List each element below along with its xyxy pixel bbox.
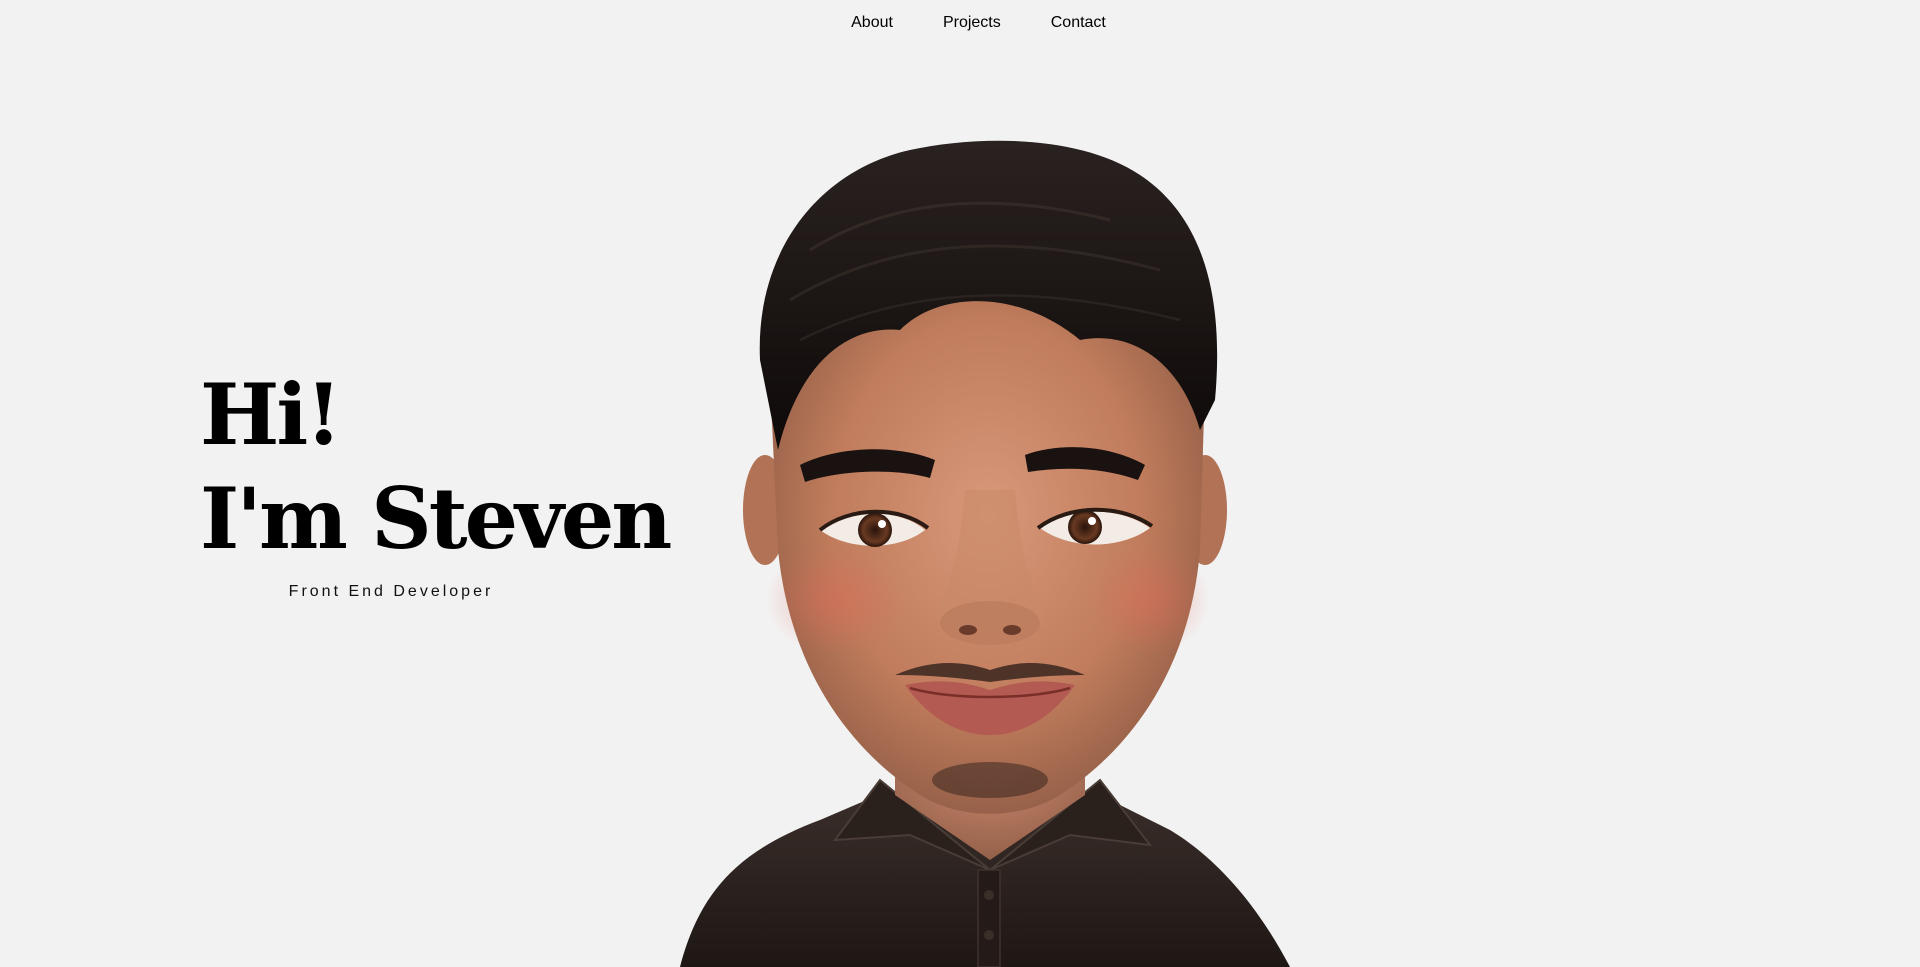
hero-intro: I'm Steven [200,469,672,568]
hero-section: Hi! I'm Steven Front End Developer [200,365,672,601]
nav-projects-link[interactable]: Projects [943,14,1001,32]
page: About Projects Contact Hi! I'm Steven Fr… [0,0,1920,967]
nav-contact-link[interactable]: Contact [1051,14,1106,32]
hero-greeting: Hi! [200,365,342,464]
cartoon-portrait-icon [680,140,1290,967]
top-nav: About Projects Contact [0,10,1920,36]
hero-role: Front End Developer [288,583,494,600]
avatar-illustration [660,130,1300,967]
nav-about-link[interactable]: About [851,14,893,32]
